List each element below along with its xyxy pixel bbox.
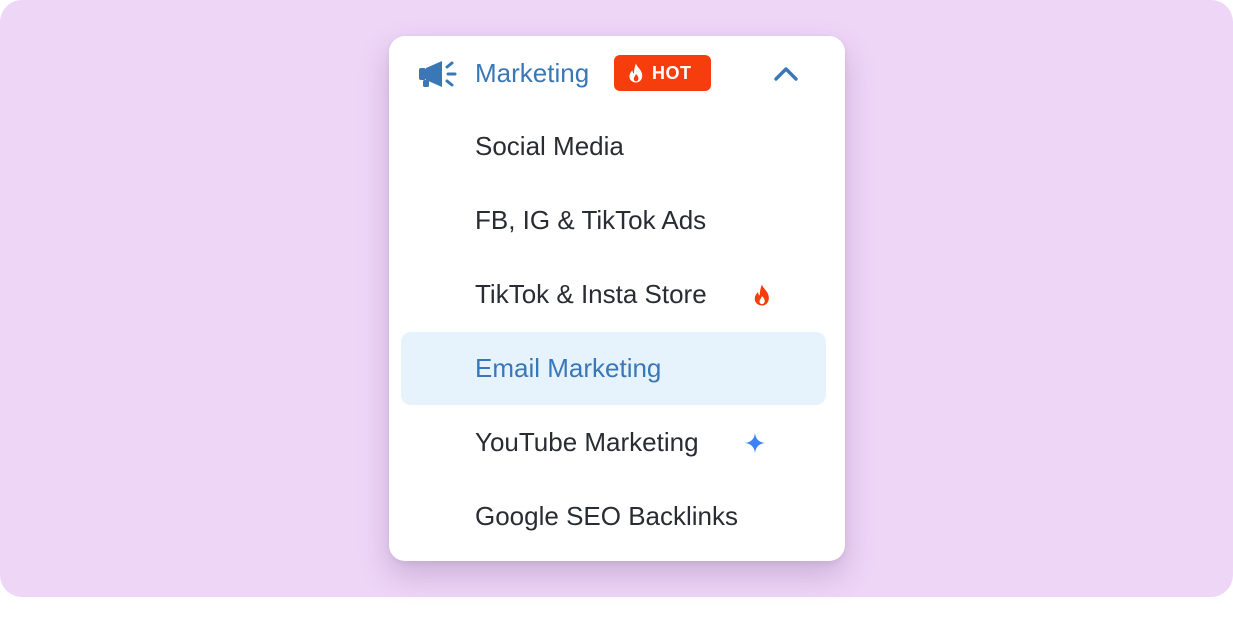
page-background: Marketing HOT Social Media FB, IG & TikT… (0, 0, 1233, 597)
marketing-dropdown-menu: Marketing HOT Social Media FB, IG & TikT… (389, 36, 845, 561)
chevron-up-icon[interactable] (773, 64, 799, 82)
menu-item-tiktok-insta-store[interactable]: TikTok & Insta Store (401, 258, 826, 331)
megaphone-icon (419, 61, 457, 87)
marketing-menu-title: Marketing (475, 58, 590, 88)
flame-icon (629, 63, 643, 83)
menu-item-email-marketing[interactable]: Email Marketing (401, 332, 826, 405)
sparkle-icon (745, 433, 765, 453)
menu-item-label: Social Media (475, 131, 624, 161)
menu-item-label: YouTube Marketing (475, 427, 699, 457)
menu-item-google-seo-backlinks[interactable]: Google SEO Backlinks (401, 480, 826, 553)
menu-item-fb-ig-tiktok-ads[interactable]: FB, IG & TikTok Ads (401, 184, 826, 257)
menu-item-label: FB, IG & TikTok Ads (475, 205, 707, 235)
menu-item-social-media[interactable]: Social Media (401, 110, 826, 183)
menu-item-youtube-marketing[interactable]: YouTube Marketing (401, 406, 826, 479)
hot-badge: HOT (614, 55, 711, 91)
menu-item-label: Email Marketing (475, 353, 662, 383)
menu-item-label: Google SEO Backlinks (475, 501, 739, 531)
marketing-menu-header[interactable]: Marketing HOT (389, 36, 845, 110)
flame-icon (754, 284, 769, 306)
hot-badge-label: HOT (652, 63, 692, 83)
menu-item-label: TikTok & Insta Store (475, 279, 707, 309)
